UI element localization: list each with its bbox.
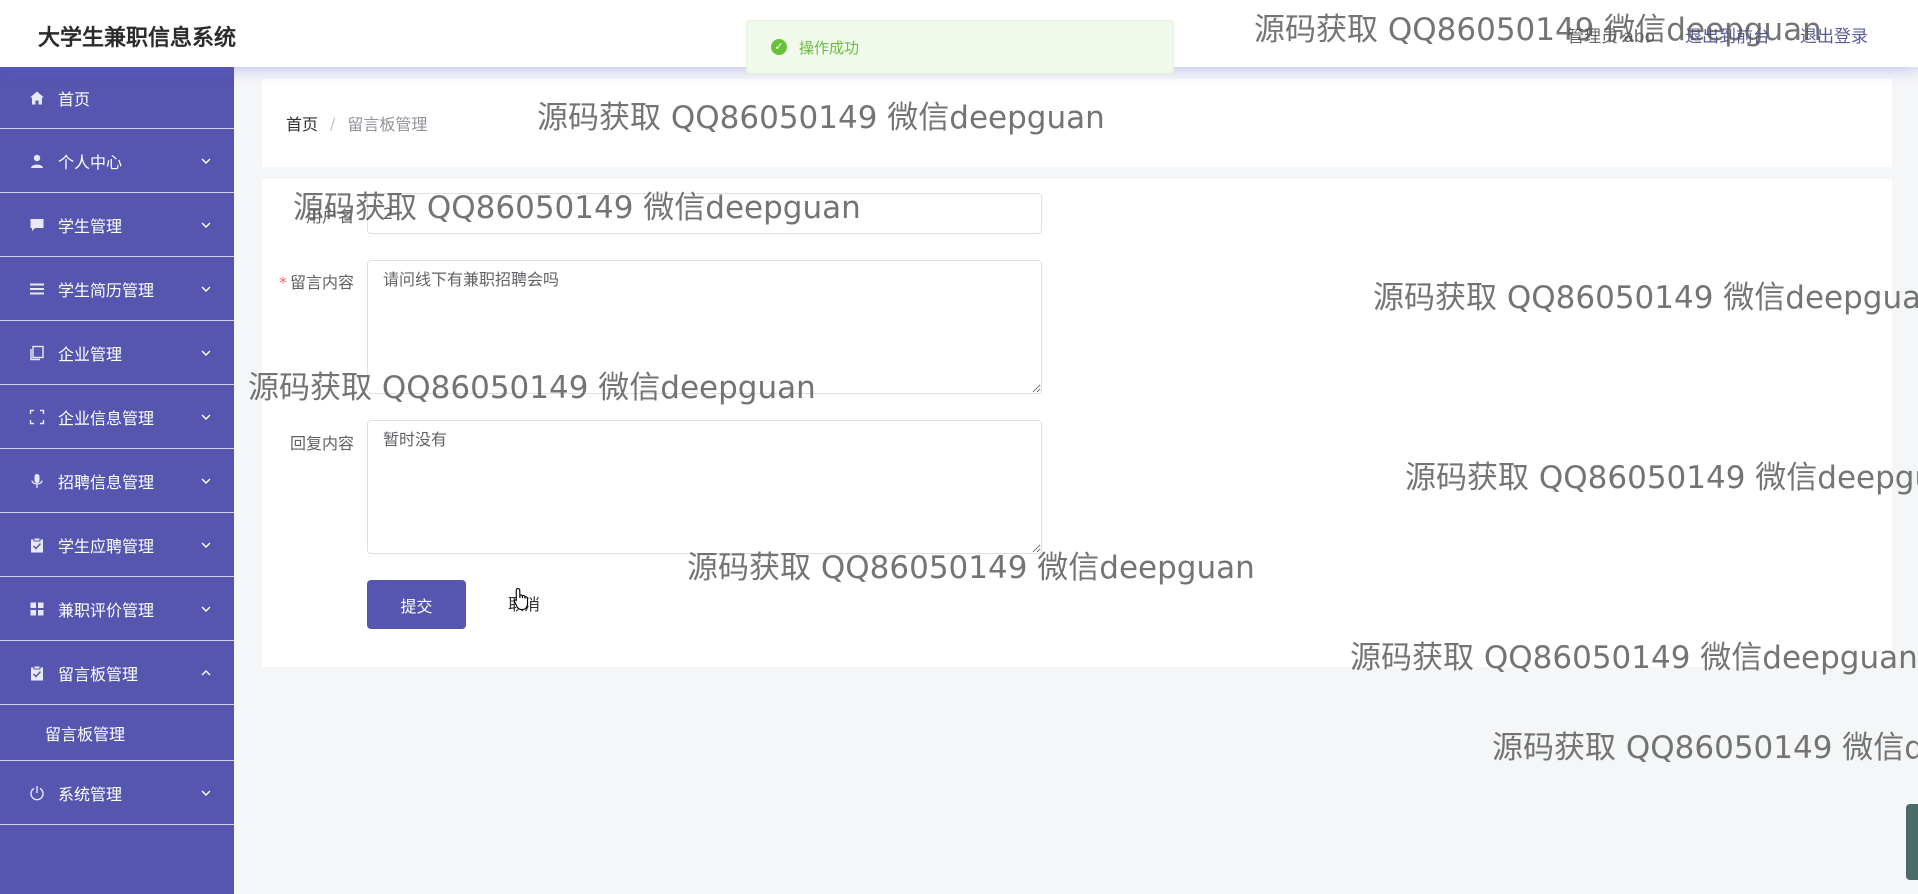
success-toast: ✓ 操作成功 (746, 20, 1174, 74)
sidebar-item-home[interactable]: 首页 (0, 67, 234, 129)
floating-side-widget[interactable] (1906, 804, 1918, 880)
chevron-down-icon (201, 606, 211, 612)
grid-icon (28, 600, 46, 618)
fullscreen-icon (28, 408, 46, 426)
required-asterisk: * (278, 273, 287, 292)
chevron-down-icon (201, 790, 211, 796)
header-links: 管理员 abo 退出到前台 退出登录 (1567, 22, 1868, 47)
chevron-up-icon (201, 669, 211, 675)
sidebar-item-system-management[interactable]: 系统管理 (0, 761, 234, 825)
username-input[interactable] (367, 193, 1042, 234)
sidebar-item-label: 学生管理 (58, 216, 123, 236)
reply-content-label: 回复内容 (289, 434, 354, 453)
sidebar-item-label: 招聘信息管理 (58, 472, 155, 492)
toast-message: 操作成功 (799, 38, 860, 57)
chevron-down-icon (201, 542, 211, 548)
breadcrumb: 首页 / 留言板管理 (262, 79, 1892, 167)
sidebar-item-evaluation-management[interactable]: 兼职评价管理 (0, 577, 234, 641)
sidebar-item-company-info-management[interactable]: 企业信息管理 (0, 385, 234, 449)
chevron-down-icon (201, 222, 211, 228)
sidebar-item-resume-management[interactable]: 学生简历管理 (0, 257, 234, 321)
message-content-label: * 留言内容 (262, 269, 354, 293)
sidebar-item-label: 学生简历管理 (58, 280, 155, 300)
chevron-down-icon (201, 350, 211, 356)
sidebar-item-company-management[interactable]: 企业管理 (0, 321, 234, 385)
chevron-down-icon (201, 286, 211, 292)
sidebar-item-label: 兼职评价管理 (58, 600, 155, 620)
sidebar-subitem-label: 留言板管理 (45, 724, 126, 744)
sidebar-item-label: 留言板管理 (58, 664, 139, 684)
breadcrumb-separator: / (330, 113, 336, 133)
back-to-frontend-link[interactable]: 退出到前台 (1685, 22, 1770, 47)
sidebar-item-label: 学生应聘管理 (58, 536, 155, 556)
sidebar-item-label: 个人中心 (58, 152, 123, 172)
sidebar-item-student-management[interactable]: 学生管理 (0, 193, 234, 257)
message-edit-form: 用户名 *留言内容 请问线下有兼职招聘会吗 回复内容 暂时没有 提交 取消 (262, 179, 1892, 667)
chevron-down-icon (201, 478, 211, 484)
sidebar-item-recruitment-management[interactable]: 招聘信息管理 (0, 449, 234, 513)
sidebar-subitem-message-board[interactable]: 留言板管理 (0, 705, 234, 761)
sidebar-item-application-management[interactable]: 学生应聘管理 (0, 513, 234, 577)
microphone-icon (28, 472, 46, 490)
sidebar-item-personal-center[interactable]: 个人中心 (0, 129, 234, 193)
app-title: 大学生兼职信息系统 (38, 26, 237, 51)
message-content-textarea[interactable]: 请问线下有兼职招聘会吗 (367, 260, 1042, 394)
clipboard-check-icon (28, 664, 46, 682)
chevron-down-icon (201, 414, 211, 420)
sidebar-item-label: 系统管理 (58, 784, 123, 804)
home-icon (28, 89, 46, 107)
hand-cursor-icon (513, 587, 529, 611)
sidebar-menu: 首页 个人中心 学生管理 学生简历管理 企业管理 企业信息管理 招聘信息管理 学… (0, 67, 234, 894)
sidebar-item-label: 企业管理 (58, 344, 123, 364)
reply-content-textarea[interactable]: 暂时没有 (367, 420, 1042, 554)
chevron-down-icon (201, 158, 211, 164)
power-icon (28, 784, 46, 802)
clipboard-check-icon (28, 536, 46, 554)
sidebar-item-message-board-management[interactable]: 留言板管理 (0, 641, 234, 705)
sidebar-item-label: 企业信息管理 (58, 408, 155, 428)
user-icon (28, 152, 46, 170)
check-circle-icon: ✓ (771, 39, 787, 55)
watermark: 源码获取 QQ86050149 微信deepguan (1492, 730, 1918, 766)
username-label: 用户名 (305, 207, 354, 226)
sidebar-item-label: 首页 (58, 89, 91, 109)
logout-link[interactable]: 退出登录 (1800, 22, 1868, 47)
chat-icon (28, 216, 46, 234)
message-content-label-text: 留言内容 (289, 273, 354, 292)
submit-button[interactable]: 提交 (367, 580, 466, 629)
list-icon (28, 280, 46, 298)
breadcrumb-current: 留言板管理 (347, 115, 428, 134)
copy-icon (28, 344, 46, 362)
current-user-label: 管理员 abo (1566, 27, 1655, 47)
breadcrumb-home[interactable]: 首页 (286, 111, 318, 135)
